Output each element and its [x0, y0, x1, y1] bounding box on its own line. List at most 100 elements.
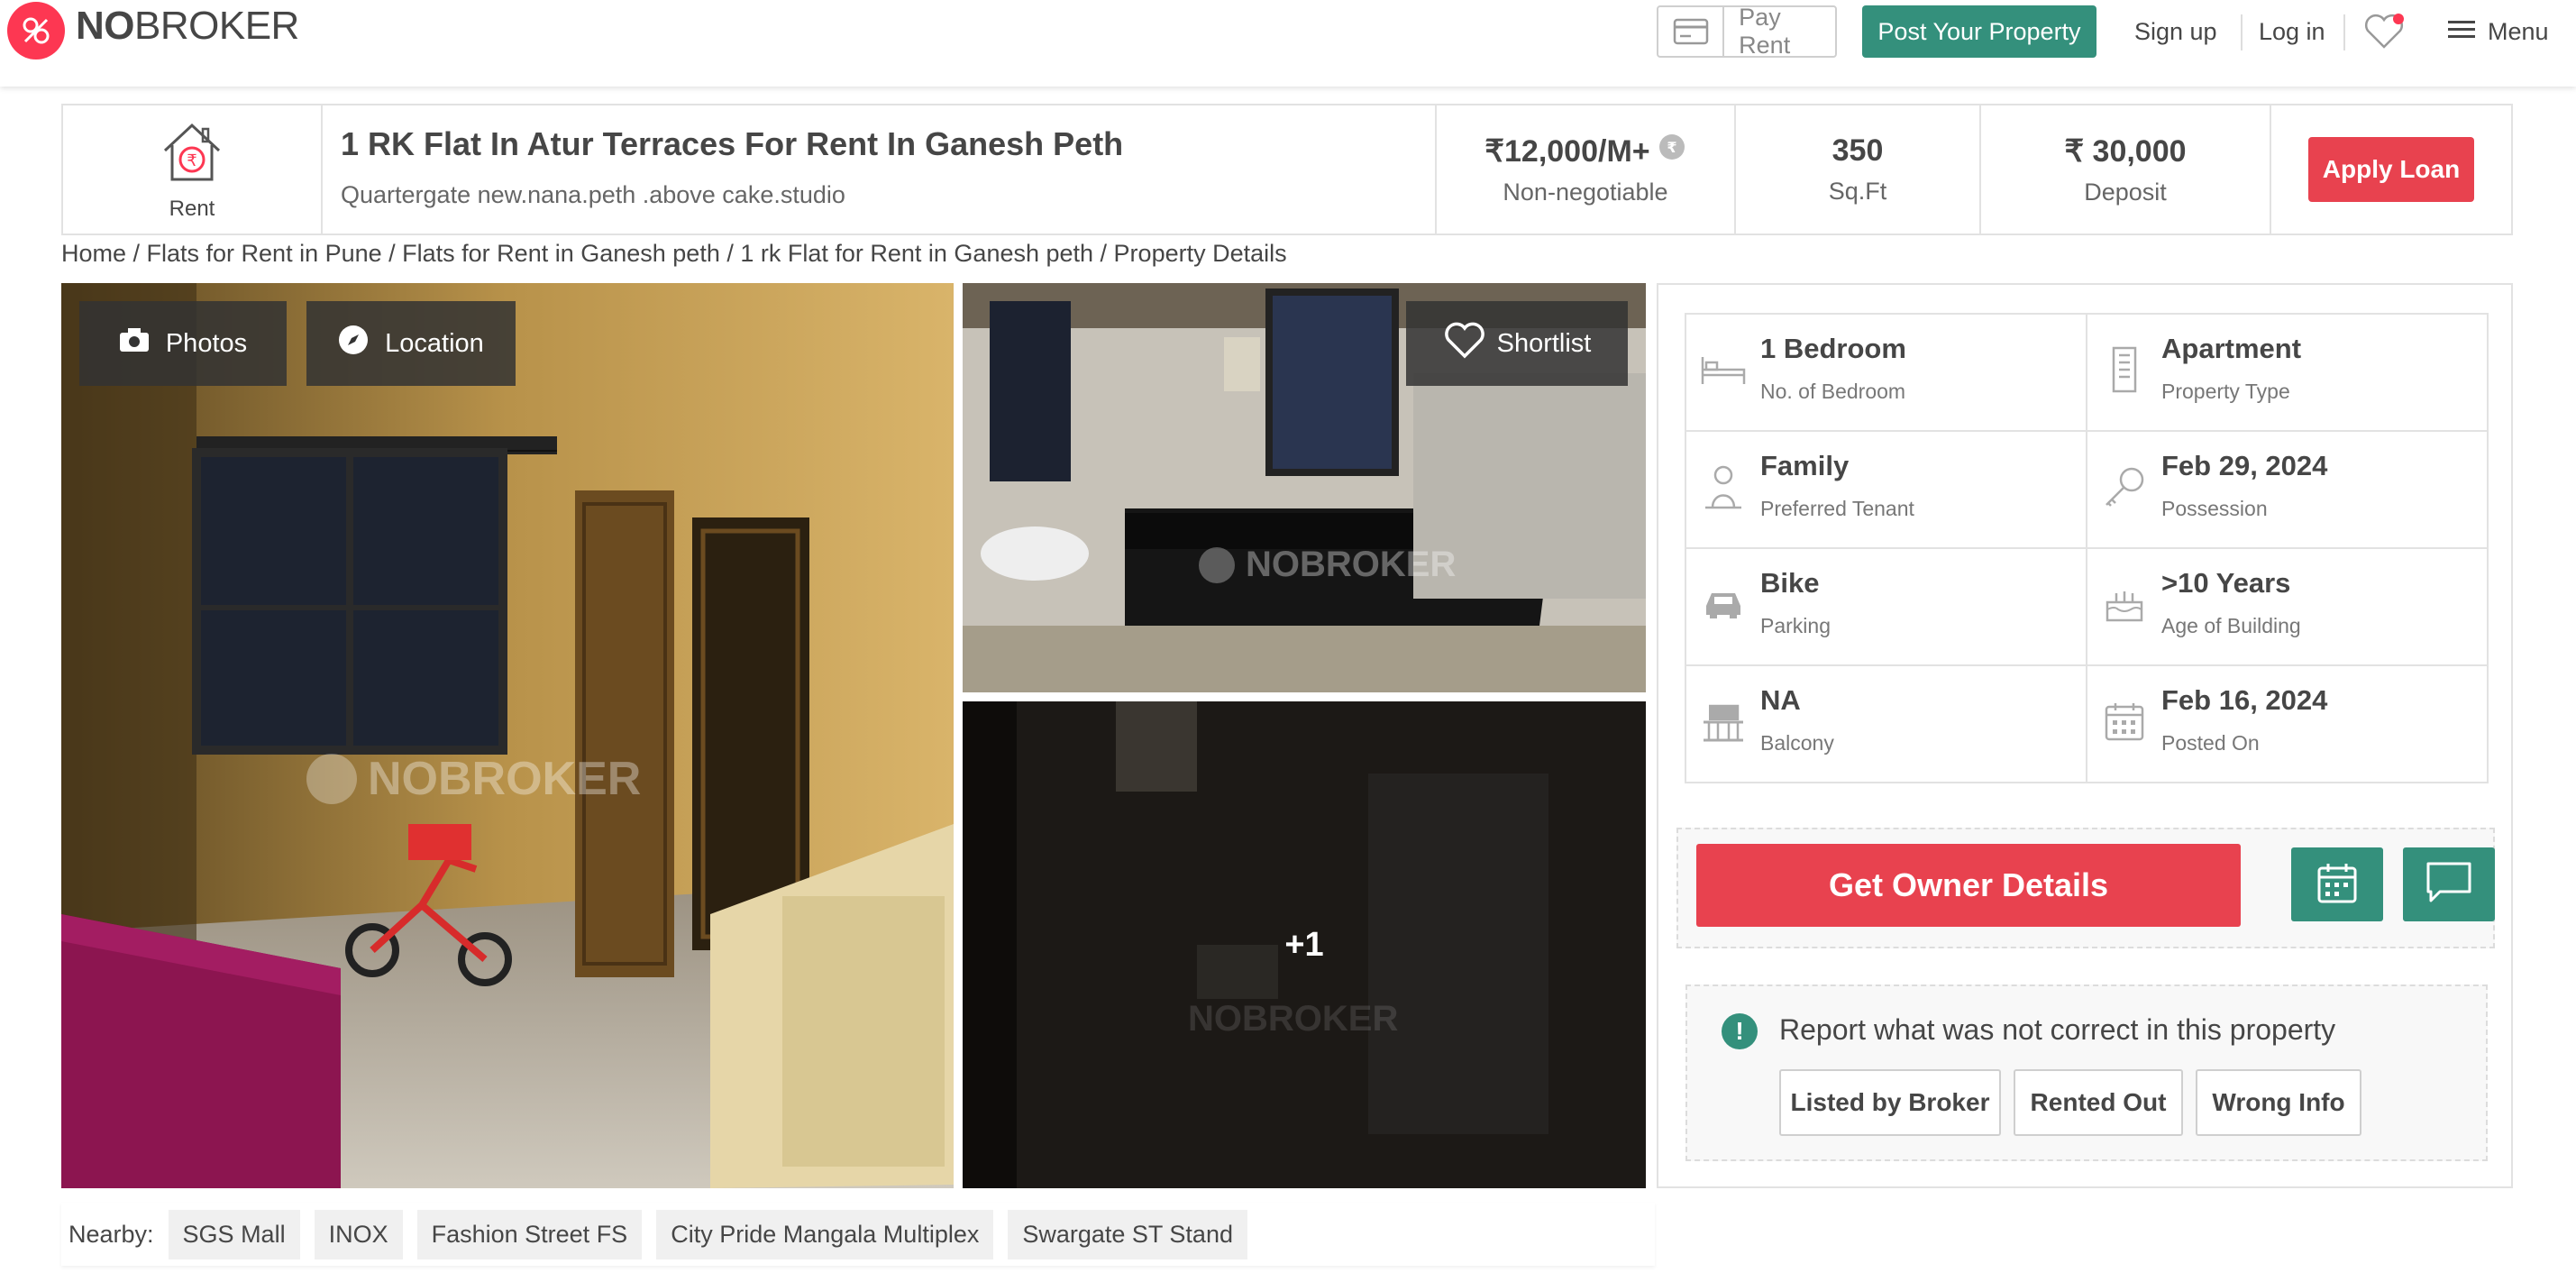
detail-bedroom: 1 Bedroom No. of Bedroom [1685, 313, 2087, 432]
property-summary-bar: ₹ Rent 1 RK Flat In Atur Terraces For Re… [61, 104, 2513, 235]
alert-icon: ! [1722, 1013, 1758, 1049]
chat-icon [2425, 861, 2472, 909]
shortlist-button[interactable]: Shortlist [1406, 301, 1628, 386]
detail-value: Apartment [2161, 333, 2302, 364]
nearby-chip[interactable]: Fashion Street FS [416, 1209, 643, 1259]
logo-bold: NO [76, 4, 135, 48]
calendar-icon [2100, 697, 2149, 746]
nearby-bar: Nearby: SGS Mall INOX Fashion Street FS … [61, 1203, 1655, 1266]
watermark: NOBROKER [305, 752, 641, 806]
rent-type-cell: ₹ Rent [63, 105, 323, 234]
compass-icon [338, 325, 369, 362]
detail-value: >10 Years [2161, 567, 2291, 599]
car-icon [1699, 580, 1748, 628]
login-link[interactable]: Log in [2259, 5, 2325, 58]
detail-value: NA [1760, 684, 1801, 716]
detail-label: Property Type [2161, 380, 2290, 403]
detail-posted-on: Feb 16, 2024 Posted On [2086, 664, 2489, 783]
detail-value: Family [1760, 450, 1850, 481]
key-icon [2100, 462, 2149, 511]
bed-icon [1699, 345, 1748, 394]
report-rented-out-button[interactable]: Rented Out [2014, 1069, 2183, 1136]
details-grid: 1 Bedroom No. of Bedroom Apartment Prope… [1685, 313, 2489, 783]
rent-cell: ₹12,000/M+ ₹ Non-negotiable [1437, 105, 1736, 234]
rent-type-label: Rent [169, 196, 215, 221]
detail-label: Posted On [2161, 731, 2260, 755]
loan-cell: Apply Loan [2271, 105, 2511, 234]
heart-icon [1443, 320, 1486, 367]
property-details-panel: 1 Bedroom No. of Bedroom Apartment Prope… [1657, 283, 2513, 1188]
photo-more[interactable]: NOBROKER +1 [963, 701, 1646, 1188]
property-address: Quartergate new.nana.peth .above cake.st… [341, 181, 845, 208]
breadcrumb[interactable]: Home / Flats for Rent in Pune / Flats fo… [61, 240, 1287, 268]
camera-icon [119, 327, 150, 360]
nobroker-logo-text[interactable]: NOBROKER [76, 4, 299, 49]
photo-kitchen[interactable]: NOBROKER Shortlist [963, 283, 1646, 692]
rent-value: ₹12,000/M+ [1484, 133, 1650, 169]
area-unit: Sq.Ft [1828, 178, 1887, 205]
photos-button[interactable]: Photos [79, 301, 287, 386]
report-section: ! Report what was not correct in this pr… [1685, 984, 2488, 1161]
nearby-label: Nearby: [69, 1220, 154, 1248]
card-icon [1658, 7, 1725, 56]
room-photo [61, 283, 954, 1188]
detail-value: Feb 16, 2024 [2161, 684, 2328, 716]
get-owner-details-button[interactable]: Get Owner Details [1696, 844, 2241, 927]
pay-rent-label: Pay Rent [1739, 4, 1791, 59]
shortlist-label: Shortlist [1496, 328, 1592, 358]
watermark-text: NOBROKER [1246, 545, 1457, 584]
detail-value: Bike [1760, 567, 1820, 599]
deposit-label: Deposit [2084, 178, 2167, 206]
nearby-chip[interactable]: City Pride Mangala Multiplex [656, 1209, 994, 1259]
nearby-chip[interactable]: Swargate ST Stand [1008, 1209, 1247, 1259]
pay-rent-button[interactable]: Pay Rent [1657, 4, 1837, 59]
nobroker-logo-icon[interactable] [7, 2, 65, 60]
chat-button[interactable] [2403, 847, 2495, 921]
detail-tenant: Family Preferred Tenant [1685, 430, 2087, 549]
watermark: NOBROKER [1197, 545, 1456, 585]
photos-label: Photos [165, 328, 248, 358]
detail-value: Feb 29, 2024 [2161, 450, 2328, 481]
area-cell: 350 Sq.Ft [1736, 105, 1981, 234]
detail-label: Balcony [1760, 731, 1834, 755]
header-divider [2343, 14, 2345, 50]
svg-text:₹: ₹ [187, 151, 196, 170]
signup-link[interactable]: Sign up [2134, 5, 2217, 58]
deposit-value: ₹ 30,000 [2064, 133, 2187, 169]
detail-parking: Bike Parking [1685, 547, 2087, 666]
schedule-visit-button[interactable] [2291, 847, 2383, 921]
owner-actions: Get Owner Details [1676, 828, 2495, 948]
hamburger-icon [2448, 18, 2475, 46]
nearby-chip[interactable]: SGS Mall [168, 1209, 300, 1259]
title-cell: 1 RK Flat In Atur Terraces For Rent In G… [323, 105, 1437, 234]
detail-age: >10 Years Age of Building [2086, 547, 2489, 666]
watermark-text: NOBROKER [368, 753, 642, 805]
top-header: NOBROKER Pay Rent Post Your Property Sig… [0, 0, 2576, 87]
deposit-cell: ₹ 30,000 Deposit [1981, 105, 2271, 234]
detail-label: Age of Building [2161, 614, 2301, 637]
post-property-button[interactable]: Post Your Property [1862, 5, 2096, 58]
rent-note: Non-negotiable [1503, 179, 1668, 206]
area-value: 350 [1832, 133, 1884, 168]
detail-balcony: NA Balcony [1685, 664, 2087, 783]
logo-light: BROKER [134, 4, 299, 48]
menu-label: Menu [2488, 17, 2549, 45]
apply-loan-button[interactable]: Apply Loan [2308, 137, 2474, 202]
detail-label: Possession [2161, 497, 2268, 520]
info-icon[interactable]: ₹ [1658, 133, 1686, 169]
tenant-icon [1699, 462, 1748, 511]
building-icon [2100, 345, 2149, 394]
property-title: 1 RK Flat In Atur Terraces For Rent In G… [341, 125, 1124, 162]
location-button[interactable]: Location [306, 301, 516, 386]
nearby-chip[interactable]: INOX [314, 1209, 403, 1259]
detail-label: Preferred Tenant [1760, 497, 1914, 520]
more-photos-count[interactable]: +1 [963, 701, 1646, 1188]
shortlist-heart-icon[interactable] [2363, 5, 2405, 58]
report-listed-by-broker-button[interactable]: Listed by Broker [1779, 1069, 2001, 1136]
report-question: Report what was not correct in this prop… [1779, 1013, 2336, 1046]
header-divider [2241, 14, 2243, 50]
main-photo[interactable]: NOBROKER Photos Location [61, 283, 954, 1188]
menu-button[interactable]: Menu [2448, 5, 2549, 58]
svg-text:₹: ₹ [1667, 139, 1676, 156]
report-wrong-info-button[interactable]: Wrong Info [2196, 1069, 2361, 1136]
